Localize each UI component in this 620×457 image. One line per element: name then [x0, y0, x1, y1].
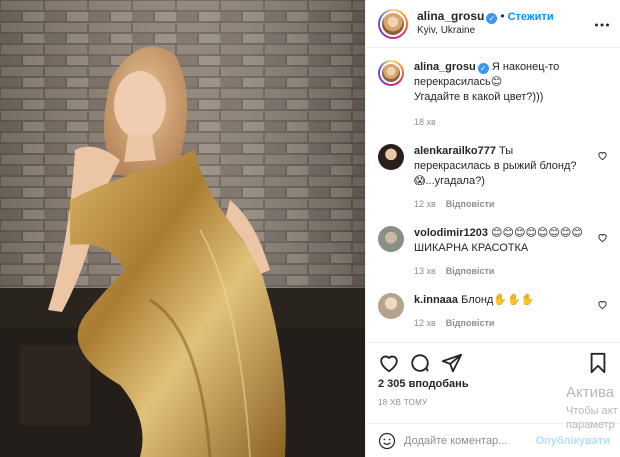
avatar[interactable] — [378, 293, 404, 319]
more-horizontal-icon[interactable] — [594, 17, 610, 33]
windows-activation-watermark-line2: Чтобы акт — [566, 405, 618, 417]
reply-button[interactable]: Відповісти — [446, 318, 495, 328]
comment-username[interactable]: alenkarailko777 — [414, 145, 496, 157]
smiley-icon[interactable] — [378, 432, 396, 450]
comment-body: k.innaaa Блонд✋✋✋ 12 хв Відповісти — [414, 293, 608, 331]
posted-time[interactable]: 18 ХВ ТОМУ — [378, 398, 428, 407]
avatar[interactable] — [378, 226, 404, 252]
instagram-post-view: alina_grosu ✓ • Стежити Kyiv, Ukraine alina… — [0, 0, 620, 457]
comments-list[interactable]: alina_grosu ✓ Я наконец-то перекрасилась😊… — [366, 48, 620, 342]
post-header: alina_grosu ✓ • Стежити Kyiv, Ukraine — [366, 0, 620, 48]
reply-button[interactable]: Відповісти — [446, 199, 495, 209]
list-item: volodimir1203 😊😊😊😊😊😊😊😊 ШИКАРНА КРАСОТКА … — [378, 226, 608, 279]
photo-woman-gold-dress — [0, 0, 365, 457]
caption-body: alina_grosu ✓ Я наконец-то перекрасилась😊… — [414, 60, 608, 130]
heart-icon[interactable] — [597, 232, 608, 243]
avatar[interactable] — [378, 8, 408, 39]
comment-time[interactable]: 12 хв — [414, 199, 436, 209]
comment-text: Блонд✋✋✋ — [461, 294, 535, 306]
heart-icon[interactable] — [597, 299, 608, 310]
follow-button[interactable]: Стежити — [508, 11, 554, 23]
comment-icon[interactable] — [409, 352, 431, 374]
bookmark-icon[interactable] — [587, 352, 609, 374]
post-actions — [366, 342, 620, 382]
comment-input[interactable] — [404, 432, 554, 450]
comment-body: alenkarailko777 Ты перекрасилась в рыжий… — [414, 144, 608, 212]
avatar[interactable] — [378, 60, 404, 86]
post-photo[interactable] — [0, 0, 365, 457]
heart-icon[interactable] — [597, 150, 608, 161]
caption: alina_grosu ✓ Я наконец-то перекрасилась😊… — [378, 60, 608, 130]
caption-time[interactable]: 18 хв — [414, 117, 436, 127]
comment-username[interactable]: volodimir1203 — [414, 227, 488, 239]
comment-time[interactable]: 12 хв — [414, 318, 436, 328]
verified-badge-icon: ✓ — [486, 13, 498, 24]
comment-username[interactable]: k.innaaa — [414, 294, 458, 306]
caption-username[interactable]: alina_grosu — [414, 61, 476, 73]
post-comment-button[interactable]: Опублікувати — [536, 435, 610, 447]
list-item: alenkarailko777 Ты перекрасилась в рыжий… — [378, 144, 608, 212]
author-username[interactable]: alina_grosu — [417, 9, 484, 23]
list-item: k.innaaa Блонд✋✋✋ 12 хв Відповісти — [378, 293, 608, 331]
caption-text-line2: Угадайте в какой цвет?))) — [414, 91, 544, 103]
location-link[interactable]: Kyiv, Ukraine — [417, 24, 554, 38]
reply-button[interactable]: Відповісти — [446, 266, 495, 276]
verified-badge-icon: ✓ — [477, 63, 489, 74]
separator: • — [500, 9, 505, 23]
windows-activation-watermark-line3: параметр — [566, 419, 615, 431]
windows-activation-watermark-line1: Актива — [566, 384, 615, 401]
heart-icon[interactable] — [378, 352, 400, 374]
header-meta: alina_grosu ✓ • Стежити Kyiv, Ukraine — [417, 9, 554, 38]
comment-time[interactable]: 13 хв — [414, 266, 436, 276]
paper-plane-icon[interactable] — [441, 352, 463, 374]
likes-count[interactable]: 2 305 вподобань — [378, 378, 469, 390]
comment-body: volodimir1203 😊😊😊😊😊😊😊😊 ШИКАРНА КРАСОТКА … — [414, 226, 608, 279]
avatar[interactable] — [378, 144, 404, 170]
